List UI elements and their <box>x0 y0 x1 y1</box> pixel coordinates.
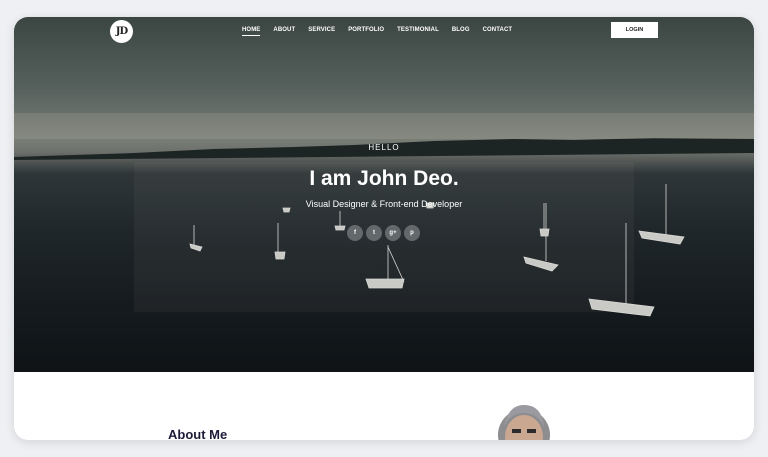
nav-contact[interactable]: CONTACT <box>483 27 513 36</box>
page-frame: JD HOME ABOUT SERVICE PORTFOLIO TESTIMON… <box>14 17 754 440</box>
nav-portfolio[interactable]: PORTFOLIO <box>348 27 384 36</box>
nav-about[interactable]: ABOUT <box>273 27 295 36</box>
hero-section: JD HOME ABOUT SERVICE PORTFOLIO TESTIMON… <box>14 17 754 372</box>
hero-subtitle: Visual Designer & Front-end Developer <box>305 199 463 209</box>
main-menu: HOME ABOUT SERVICE PORTFOLIO TESTIMONIAL… <box>242 27 525 36</box>
nav-home[interactable]: HOME <box>242 27 261 36</box>
hero-background-image <box>14 113 754 317</box>
top-navigation: JD HOME ABOUT SERVICE PORTFOLIO TESTIMON… <box>14 17 754 49</box>
social-links: f t g+ p <box>347 225 420 241</box>
logo[interactable]: JD <box>110 20 133 43</box>
nav-service[interactable]: SERVICE <box>308 27 335 36</box>
google-plus-icon[interactable]: g+ <box>385 225 401 241</box>
login-button[interactable]: LOGIN <box>611 22 658 38</box>
about-section-title: About Me <box>168 427 228 440</box>
nav-testimonial[interactable]: TESTIMONIAL <box>397 27 439 36</box>
facebook-icon[interactable]: f <box>347 225 363 241</box>
profile-photo <box>498 405 550 440</box>
pinterest-icon[interactable]: p <box>404 225 420 241</box>
twitter-icon[interactable]: t <box>366 225 382 241</box>
hero-greeting: HELLO <box>368 143 400 152</box>
nav-blog[interactable]: BLOG <box>452 27 470 36</box>
hero-title: I am John Deo. <box>309 167 459 190</box>
